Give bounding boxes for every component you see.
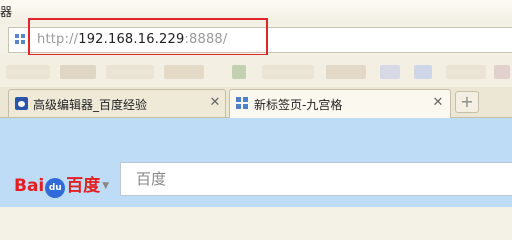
tab-baidu-jingyan[interactable]: 高级编辑器_百度经验 ✕ [8, 89, 226, 117]
url-port: :8888/ [184, 32, 228, 47]
url-host: 192.168.16.229 [78, 32, 185, 47]
chevron-down-icon[interactable]: ▼ [102, 181, 109, 191]
new-tab-button[interactable]: + [455, 91, 479, 113]
search-box[interactable] [120, 162, 512, 196]
blurred-bookmark [60, 65, 96, 79]
address-url[interactable]: http://192.168.16.229:8888/ [37, 32, 227, 47]
tab-strip: 高级编辑器_百度经验 ✕ 新标签页-九宫格 ✕ + [0, 87, 512, 118]
blurred-bookmark [164, 65, 204, 79]
close-icon[interactable]: ✕ [208, 96, 222, 110]
blurred-bookmark [326, 65, 366, 79]
url-scheme: http:// [37, 32, 79, 47]
close-icon[interactable]: ✕ [431, 96, 445, 110]
baidu-paw-icon [15, 97, 28, 110]
blurred-bookmark [380, 65, 400, 79]
logo-text-bai: Bai [14, 176, 45, 196]
blurred-bookmark [232, 65, 246, 79]
search-input[interactable] [121, 163, 512, 195]
logo-text-baidu: 百度 [66, 176, 101, 196]
blurred-bookmark [414, 65, 432, 79]
new-tab-page: Bai du 百度 ▼ [0, 118, 512, 207]
blurred-bookmark [494, 65, 510, 79]
tab-label: 新标签页-九宫格 [254, 98, 343, 112]
baidu-logo[interactable]: Bai du 百度 ▼ [14, 171, 109, 198]
bookmarks-bar [0, 55, 512, 87]
grid-icon [236, 97, 249, 110]
logo-paw-badge: du [45, 178, 66, 198]
blurred-bookmark [262, 65, 314, 79]
blurred-bookmark [106, 65, 154, 79]
tab-label: 高级编辑器_百度经验 [33, 98, 148, 112]
tab-new-tab[interactable]: 新标签页-九宫格 ✕ [229, 89, 451, 118]
window-titlebar: 器 [0, 0, 512, 24]
window-title: 器 [0, 5, 13, 19]
blurred-bookmark [6, 65, 50, 79]
address-bar[interactable]: http://192.168.16.229:8888/ [8, 27, 512, 53]
blurred-bookmark [446, 65, 486, 79]
grid-icon [15, 34, 27, 46]
